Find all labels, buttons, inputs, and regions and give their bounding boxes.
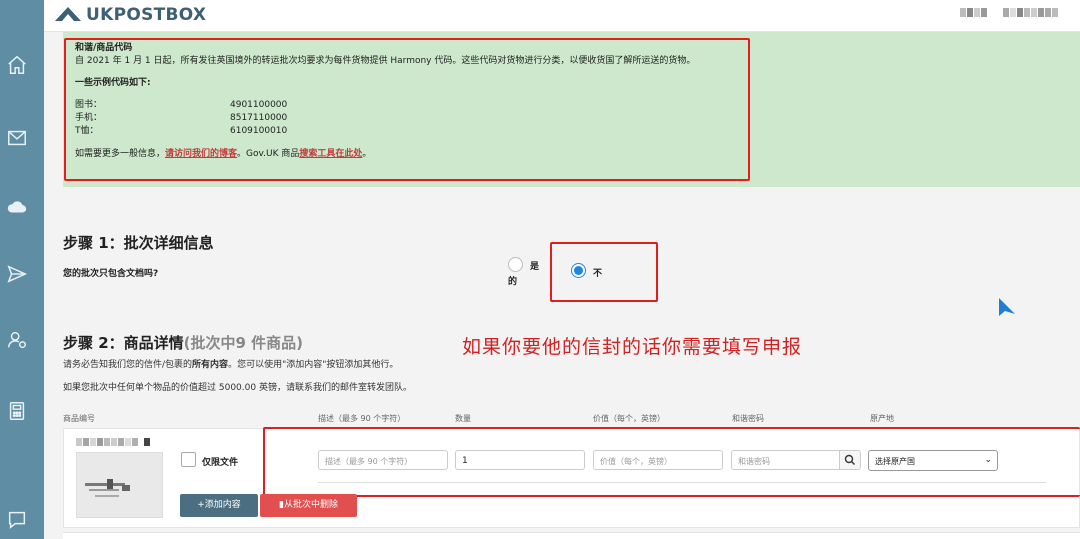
col-header-harmony-code: 和谐密码 [732, 414, 764, 423]
remove-from-batch-button[interactable]: ▮从批次中删除 [260, 494, 357, 517]
item-photo[interactable] [76, 452, 163, 518]
next-row-card [63, 532, 1080, 539]
radio-yes-label: 是 [530, 262, 540, 272]
col-header-item-number: 商品编号 [63, 414, 95, 423]
step2-note1: 请务必告知我们您的信件/包裹的所有内容。您可以使用"添加内容"按钮添加其他行。 [63, 360, 399, 370]
mail-icon[interactable] [6, 127, 28, 149]
radio-yes[interactable] [508, 257, 523, 272]
add-content-button[interactable]: +添加内容 [180, 494, 258, 517]
col-header-description: 描述（最多 90 个字符） [318, 414, 406, 423]
highlight-box-inputs [263, 427, 1080, 497]
step1-title: 步骤 1：批次详细信息 [63, 234, 214, 252]
mouse-cursor-icon [999, 298, 1015, 316]
account-info-blurred [960, 8, 1059, 17]
cloud-icon[interactable] [6, 196, 28, 218]
step2-title: 步骤 2：商品详情(批次中9 件商品) [63, 334, 304, 352]
logo[interactable]: UKPOSTBOX [54, 5, 206, 25]
chat-icon[interactable] [6, 509, 28, 531]
sidebar [0, 0, 44, 539]
item-number-blurred [76, 438, 151, 446]
logo-text: UKPOSTBOX [86, 5, 207, 25]
col-header-quantity: 数量 [455, 414, 471, 423]
home-icon[interactable] [6, 54, 28, 76]
radio-yes-label-cont: 的 [508, 277, 518, 287]
calculator-icon[interactable] [6, 400, 28, 422]
annotation-text: 如果你要他的信封的话你需要填写申报 [462, 336, 803, 358]
col-header-origin: 原产地 [870, 414, 894, 423]
top-header: UKPOSTBOX [44, 0, 1080, 32]
user-settings-icon[interactable] [6, 329, 28, 351]
send-icon[interactable] [6, 263, 28, 285]
docs-only-checkbox[interactable] [181, 452, 196, 467]
highlight-box-notice [64, 38, 750, 181]
docs-only-label: 仅限文件 [202, 458, 239, 468]
highlight-box-radio [550, 242, 658, 302]
col-header-value: 价值（每个，英镑） [593, 414, 665, 423]
step2-note2: 如果您批次中任何单个物品的价值超过 5000.00 英镑，请联系我们的邮件室转发… [63, 383, 412, 393]
documents-only-question: 您的批次只包含文档吗? [63, 269, 159, 279]
logo-mark-icon [55, 7, 81, 21]
step2-subtitle: (批次中9 件商品) [183, 334, 304, 352]
